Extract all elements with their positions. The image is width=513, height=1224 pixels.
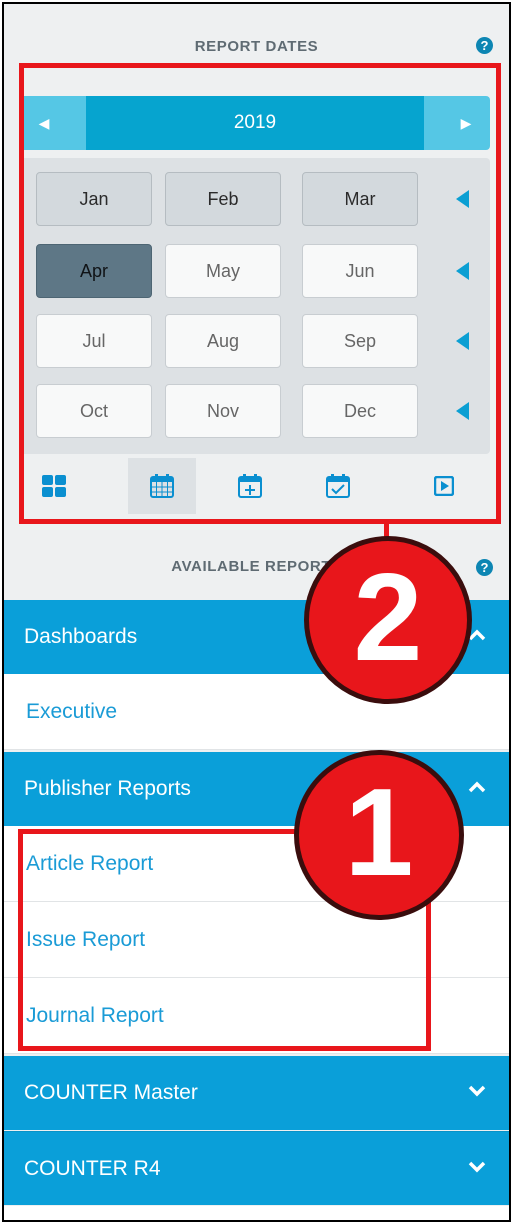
annotation-badge-1: 1 xyxy=(294,750,464,920)
accordion-publisher-reports-label: Publisher Reports xyxy=(24,777,191,800)
chevron-down-icon xyxy=(468,1161,486,1173)
accordion-counter-master-label: COUNTER Master xyxy=(24,1081,198,1104)
chevron-up-icon xyxy=(468,781,486,793)
report-dates-heading: REPORT DATES xyxy=(194,38,319,55)
annotation-badge-2: 2 xyxy=(304,536,472,704)
reports-sidebar: REPORT DATES ? ◀ 2019 ▶ Jan Feb Mar Apr … xyxy=(2,2,511,1222)
sidebar-footer-spacer xyxy=(4,1206,509,1220)
accordion-counter-master[interactable]: COUNTER Master xyxy=(4,1056,509,1130)
accordion-dashboards-label: Dashboards xyxy=(24,625,138,648)
available-reports-help-icon[interactable]: ? xyxy=(476,559,493,576)
accordion-counter-r4-label: COUNTER R4 xyxy=(24,1157,161,1180)
chevron-down-icon xyxy=(468,1085,486,1097)
accordion-counter-r4[interactable]: COUNTER R4 xyxy=(4,1131,509,1205)
annotation-box-2 xyxy=(19,63,501,524)
report-dates-help-icon[interactable]: ? xyxy=(476,37,493,54)
